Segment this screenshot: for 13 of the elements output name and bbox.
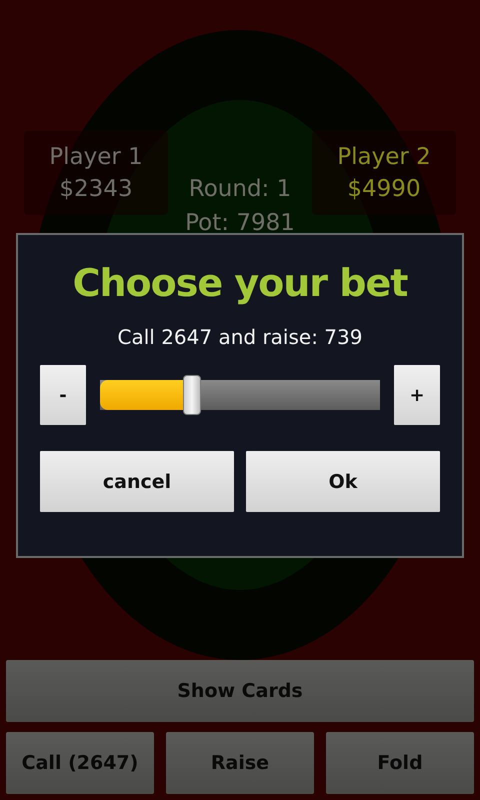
player-chips: $2343 — [59, 174, 133, 204]
bet-message: Call 2647 and raise: 739 — [118, 325, 362, 349]
dialog-button[interactable]: Ok — [246, 451, 440, 512]
increase-button[interactable]: + — [394, 365, 440, 425]
player-chips: $4990 — [347, 174, 421, 204]
pot-label: Pot: 7981 — [185, 209, 295, 238]
dialog-title: Choose your bet — [72, 261, 408, 305]
decrease-button[interactable]: - — [40, 365, 86, 425]
slider-thumb[interactable] — [183, 375, 202, 415]
player-name: Player 1 — [49, 143, 143, 172]
round-label: Round: 1 — [188, 175, 292, 204]
dialog-button[interactable]: cancel — [40, 451, 234, 512]
player-name: Player 2 — [337, 143, 431, 172]
